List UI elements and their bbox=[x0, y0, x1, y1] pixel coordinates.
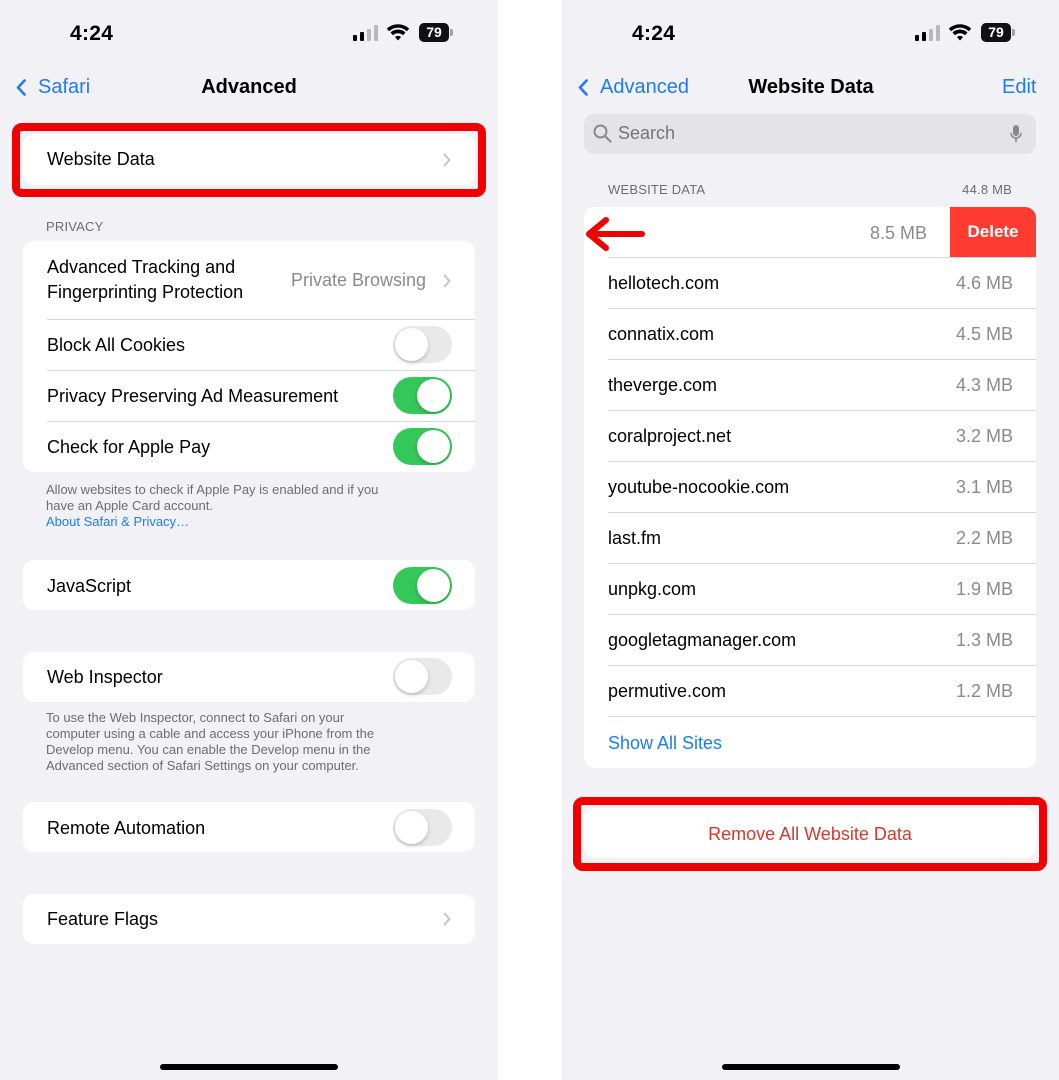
site-row[interactable]: permutive.com 1.2 MB bbox=[584, 666, 1036, 716]
feature-flags-label: Feature Flags bbox=[47, 909, 159, 929]
page-title: Advanced bbox=[201, 76, 297, 98]
block-cookies-label: Block All Cookies bbox=[47, 335, 186, 355]
site-size: 4.5 MB bbox=[955, 324, 1013, 344]
web-inspector-footer: To use the Web Inspector, connect to Saf… bbox=[46, 710, 374, 774]
privacy-group: Advanced Tracking and Fingerprinting Pro… bbox=[23, 241, 475, 472]
footer-line: To use the Web Inspector, connect to Saf… bbox=[46, 710, 345, 725]
ad-measurement-row: Privacy Preserving Ad Measurement bbox=[23, 371, 475, 421]
status-time: 4:24 bbox=[632, 22, 676, 45]
delete-button[interactable]: Delete bbox=[950, 207, 1036, 257]
battery-icon: 79 bbox=[419, 23, 449, 42]
remote-automation-row: Remote Automation bbox=[23, 802, 475, 852]
microphone-icon[interactable] bbox=[1010, 124, 1022, 144]
block-cookies-row: Block All Cookies bbox=[23, 320, 475, 370]
swiped-site-row[interactable]: 8.5 MB Delete bbox=[584, 207, 1036, 257]
site-row[interactable]: youtube-nocookie.com 3.1 MB bbox=[584, 462, 1036, 512]
status-time: 4:24 bbox=[70, 22, 114, 45]
site-name: permutive.com bbox=[608, 681, 727, 701]
red-arrow-left-icon bbox=[586, 217, 645, 251]
ad-measurement-label: Privacy Preserving Ad Measurement bbox=[47, 386, 339, 406]
home-indicator[interactable] bbox=[722, 1064, 900, 1070]
footer-line: Advanced section of Safari Settings on y… bbox=[46, 758, 359, 773]
footer-line: Allow websites to check if Apple Pay is … bbox=[46, 482, 379, 497]
search-input[interactable] bbox=[618, 120, 998, 146]
section-header-privacy: PRIVACY bbox=[46, 219, 104, 234]
right-screen: 4:24 79 Advanced Website Data Edit WEBSI… bbox=[562, 0, 1059, 1080]
about-safari-privacy-link[interactable]: About Safari & Privacy… bbox=[46, 514, 378, 530]
site-row[interactable]: googletagmanager.com 1.3 MB bbox=[584, 615, 1036, 665]
web-inspector-label: Web Inspector bbox=[47, 667, 163, 687]
site-row[interactable]: theverge.com 4.3 MB bbox=[584, 360, 1036, 410]
site-name: coralproject.net bbox=[608, 426, 732, 446]
web-inspector-toggle[interactable] bbox=[393, 658, 452, 695]
site-name: theverge.com bbox=[608, 375, 718, 395]
highlight-box bbox=[573, 797, 1047, 871]
highlight-box bbox=[12, 123, 486, 197]
battery-icon: 79 bbox=[981, 23, 1011, 42]
site-name: connatix.com bbox=[608, 324, 715, 344]
site-size: 1.2 MB bbox=[955, 681, 1013, 701]
site-row[interactable]: hellotech.com 4.6 MB bbox=[584, 258, 1036, 308]
block-cookies-toggle[interactable] bbox=[393, 326, 452, 363]
site-name: hellotech.com bbox=[608, 273, 720, 293]
battery-cap bbox=[450, 29, 453, 36]
ad-measurement-toggle[interactable] bbox=[393, 377, 452, 414]
site-size: 4.3 MB bbox=[955, 375, 1013, 395]
site-row[interactable]: unpkg.com 1.9 MB bbox=[584, 564, 1036, 614]
javascript-row: JavaScript bbox=[23, 560, 475, 610]
cellular-signal-icon bbox=[353, 25, 379, 41]
apple-pay-toggle[interactable] bbox=[393, 428, 452, 465]
remote-automation-label: Remote Automation bbox=[47, 818, 206, 838]
site-size: 3.1 MB bbox=[955, 477, 1013, 497]
site-size: 3.2 MB bbox=[955, 426, 1013, 446]
site-size: 1.9 MB bbox=[955, 579, 1013, 599]
remote-automation-toggle[interactable] bbox=[393, 809, 452, 846]
web-inspector-row: Web Inspector bbox=[23, 652, 475, 702]
site-row[interactable]: last.fm 2.2 MB bbox=[584, 513, 1036, 563]
left-screen: 4:24 79 Safari Advanced Website Data PRI… bbox=[0, 0, 498, 1080]
search-icon bbox=[593, 124, 612, 143]
divider bbox=[608, 716, 1036, 717]
total-size: 44.8 MB bbox=[962, 182, 1012, 197]
site-size: 8.5 MB bbox=[869, 223, 927, 243]
home-indicator[interactable] bbox=[160, 1064, 338, 1070]
footer-line: have an Apple Card account. bbox=[46, 498, 213, 513]
apple-pay-row: Check for Apple Pay bbox=[23, 422, 475, 472]
javascript-toggle[interactable] bbox=[393, 567, 452, 604]
site-row[interactable]: connatix.com 4.5 MB bbox=[584, 309, 1036, 359]
site-name: googletagmanager.com bbox=[608, 630, 797, 650]
search-bar[interactable] bbox=[584, 114, 1036, 154]
tracking-protection-row[interactable]: Advanced Tracking and Fingerprinting Pro… bbox=[23, 241, 475, 319]
tracking-value: Private Browsing bbox=[291, 270, 427, 290]
footer-line: Develop menu. You can enable the Develop… bbox=[46, 742, 371, 757]
page-title: Website Data bbox=[748, 76, 874, 98]
show-all-sites-link[interactable]: Show All Sites bbox=[608, 733, 722, 754]
cellular-signal-icon bbox=[915, 25, 941, 41]
site-name: youtube-nocookie.com bbox=[608, 477, 790, 497]
website-data-list: 8.5 MB Delete hellotech.com 4.6 MB connati… bbox=[584, 207, 1036, 768]
battery-cap bbox=[1012, 29, 1015, 36]
feature-flags-row[interactable]: Feature Flags bbox=[23, 894, 475, 944]
tracking-label-line1: Advanced Tracking and bbox=[47, 257, 236, 277]
chevron-right-icon bbox=[443, 912, 451, 926]
site-size: 1.3 MB bbox=[955, 630, 1013, 650]
tracking-label-line2: Fingerprinting Protection bbox=[47, 282, 244, 302]
footer-line: computer using a cable and access your i… bbox=[46, 726, 375, 741]
section-header-website-data: WEBSITE DATA bbox=[608, 182, 706, 197]
site-name: last.fm bbox=[608, 528, 662, 548]
wifi-icon bbox=[386, 24, 410, 41]
javascript-label: JavaScript bbox=[47, 576, 132, 596]
wifi-icon bbox=[948, 24, 972, 41]
site-size: 4.6 MB bbox=[955, 273, 1013, 293]
apple-pay-label: Check for Apple Pay bbox=[47, 437, 211, 457]
site-row[interactable]: coralproject.net 3.2 MB bbox=[584, 411, 1036, 461]
chevron-right-icon bbox=[443, 274, 451, 288]
edit-button[interactable]: Edit bbox=[1002, 76, 1036, 99]
apple-pay-footer: Allow websites to check if Apple Pay is … bbox=[46, 482, 378, 530]
site-name: unpkg.com bbox=[608, 579, 697, 599]
site-size: 2.2 MB bbox=[955, 528, 1013, 548]
